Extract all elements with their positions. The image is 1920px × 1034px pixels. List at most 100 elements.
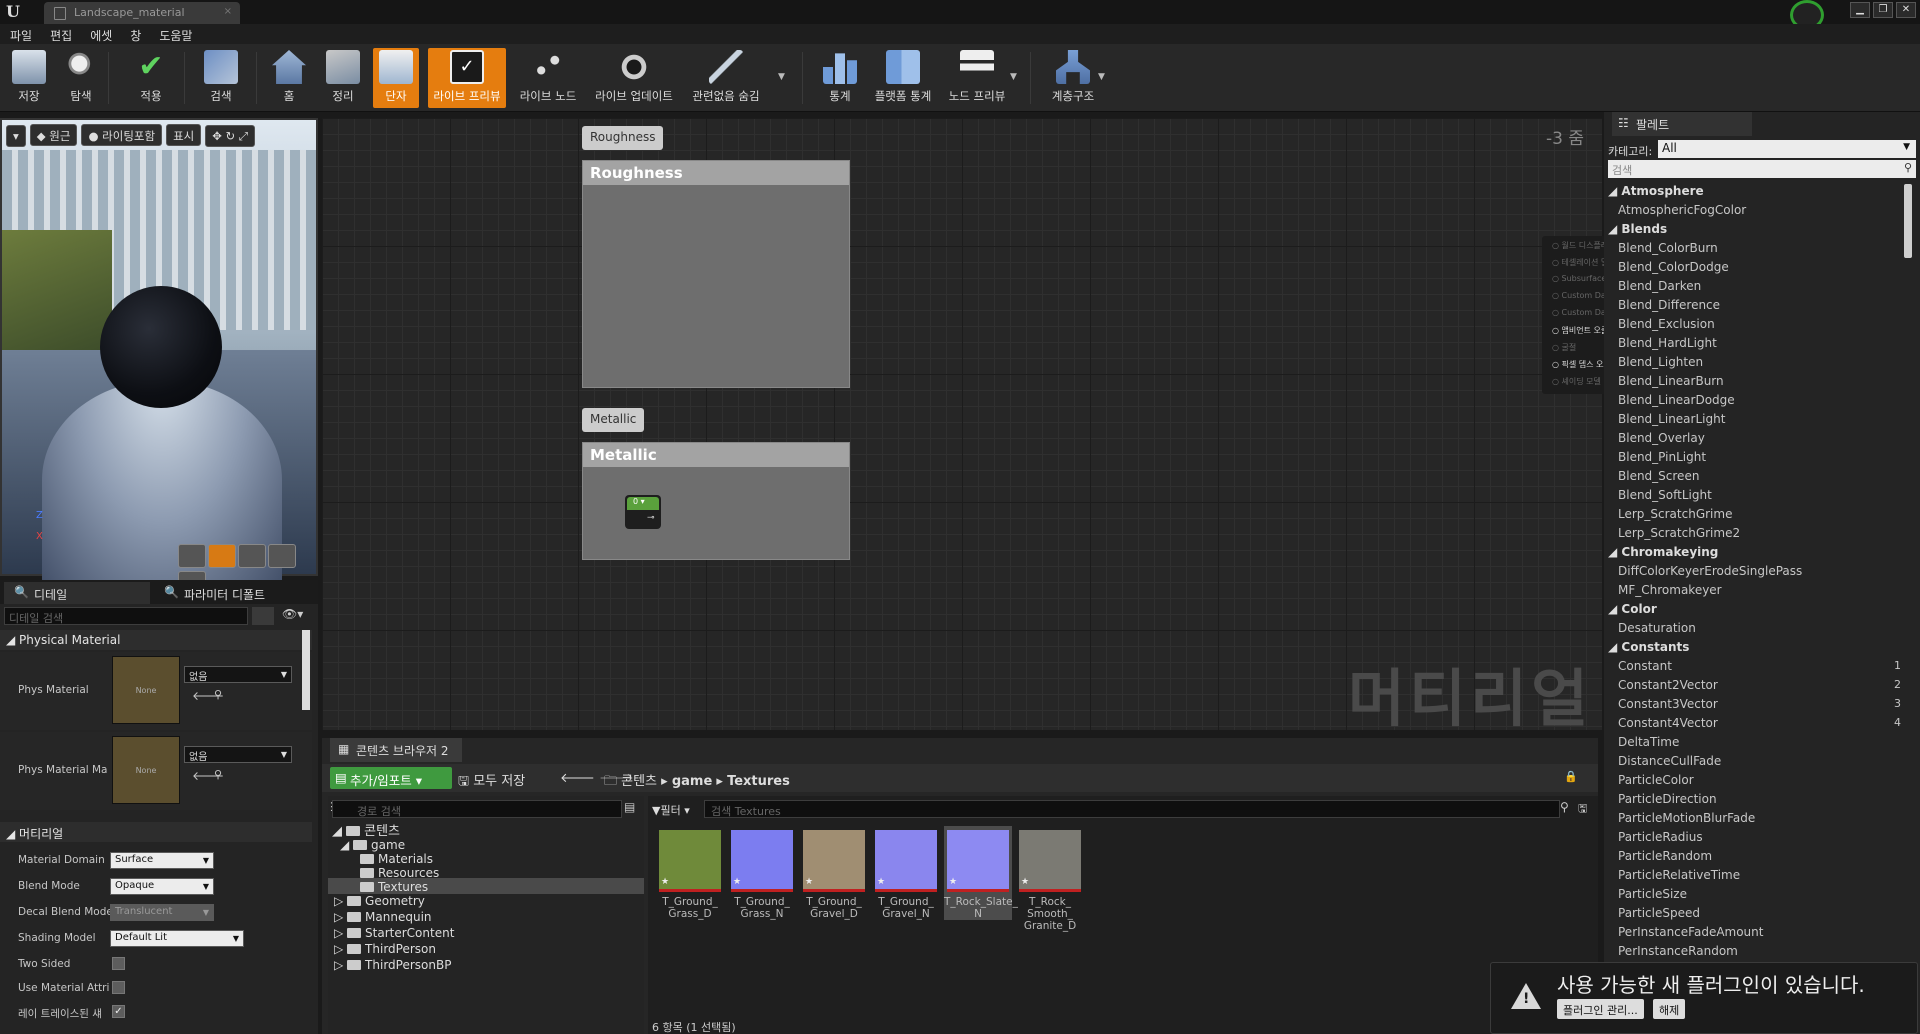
save-all-button[interactable]: 🖫 모두 저장 — [458, 770, 525, 794]
content-browser-tab[interactable]: ▦ 콘텐츠 브라우저 2 — [330, 738, 462, 762]
tree-third-person[interactable]: ▷ ThirdPerson — [334, 942, 436, 956]
raytraced-shadows-checkbox[interactable]: ✓ — [112, 1005, 125, 1018]
search-icon[interactable]: ⚲ — [214, 688, 222, 701]
menu-asset[interactable]: 에셋 — [90, 27, 112, 44]
palette-item[interactable]: ParticleRadius — [1618, 830, 1703, 844]
phys-material-thumbnail[interactable]: None — [112, 656, 180, 724]
asset-search-input[interactable]: 검색 Textures — [704, 800, 1560, 818]
palette-item[interactable]: Blend_HardLight — [1618, 336, 1717, 350]
palette-category[interactable]: ◢ Constants — [1608, 640, 1689, 654]
palette-item[interactable]: PerInstanceFadeAmount — [1618, 925, 1763, 939]
palette-item[interactable]: Desaturation — [1618, 621, 1696, 635]
search-icon[interactable]: ⚲ — [214, 768, 222, 781]
preview-viewport[interactable]: ▾ ◆ 원근 ● 라이팅포함 표시 ✥ ↻ ⤢ ZX — [0, 118, 318, 595]
asset-tile[interactable]: ★ T_Ground_ Grass_N — [728, 826, 796, 920]
live-nodes-button[interactable]: 라이브 노드 — [516, 48, 580, 108]
palette-item[interactable]: ParticleSpeed — [1618, 906, 1700, 920]
search-icon[interactable]: ⚲ — [1560, 800, 1569, 814]
node-preview-button[interactable]: 노드 프리뷰 — [944, 48, 1010, 108]
palette-item[interactable]: Blend_LinearDodge — [1618, 393, 1735, 407]
tree-mannequin[interactable]: ▷ Mannequin — [334, 910, 432, 924]
palette-tab[interactable]: ☷ 팔레트 — [1612, 112, 1752, 136]
palette-item[interactable]: DistanceCullFade — [1618, 754, 1721, 768]
palette-item[interactable]: Blend_Screen — [1618, 469, 1699, 483]
live-update-button[interactable]: 라이브 업데이트 — [592, 48, 676, 108]
palette-item[interactable]: Blend_LinearBurn — [1618, 374, 1724, 388]
palette-item[interactable]: Blend_SoftLight — [1618, 488, 1712, 502]
metallic-comment-tag[interactable]: Metallic — [582, 408, 645, 432]
palette-item[interactable]: Lerp_ScratchGrime2 — [1618, 526, 1740, 540]
palette-category[interactable]: ◢ Color — [1608, 602, 1657, 616]
tree-content[interactable]: ◢ 콘텐츠 — [332, 820, 400, 839]
filter-list-icon[interactable]: ▤ — [624, 800, 635, 814]
hierarchy-dropdown-icon[interactable]: ▼ — [1098, 72, 1105, 82]
phys-material-map-thumbnail[interactable]: None — [112, 736, 180, 804]
back-icon[interactable]: 🡐 — [560, 771, 595, 786]
palette-item[interactable]: DiffColorKeyerErodeSinglePass — [1618, 564, 1802, 578]
crumb-content[interactable]: 콘텐츠 — [621, 774, 657, 789]
palette-item[interactable]: DeltaTime — [1618, 735, 1679, 749]
favorite-star-icon[interactable]: ★ — [1021, 876, 1029, 888]
lock-icon[interactable]: 🔒 — [1564, 770, 1578, 783]
phys-material-map-dropdown[interactable]: 없음 ▼ — [184, 746, 292, 763]
tree-geometry[interactable]: ▷ Geometry — [334, 894, 425, 908]
palette-item[interactable]: AtmosphericFogColor — [1618, 203, 1746, 217]
browse-button[interactable]: 탐색 — [60, 48, 102, 108]
dismiss-button[interactable]: 해제 — [1653, 999, 1686, 1019]
manage-plugins-button[interactable]: 플러그인 관리... — [1557, 999, 1644, 1019]
apply-button[interactable]: ✔ 적용 — [128, 48, 174, 108]
lit-button[interactable]: ● 라이팅포함 — [81, 124, 163, 146]
close-button[interactable]: ✕ — [1896, 2, 1916, 18]
platform-stats-button[interactable]: 플랫폼 통계 — [870, 48, 936, 108]
metallic-comment-box[interactable]: Metallic 0 ▾ ⊸ — [582, 442, 850, 560]
palette-item[interactable]: Constant4Vector 4 — [1618, 716, 1901, 730]
eye-icon[interactable]: 👁▾ — [282, 607, 303, 621]
palette-scrollbar[interactable] — [1904, 184, 1912, 258]
asset-tile[interactable]: ★ T_Ground_ Gravel_N — [872, 826, 940, 920]
palette-item[interactable]: ParticleMotionBlurFade — [1618, 811, 1755, 825]
shading-model-dropdown[interactable]: Default Lit ▼ — [110, 930, 244, 947]
live-preview-button[interactable]: ✓ 라이브 프리뷰 — [428, 48, 506, 108]
palette-item[interactable]: Constant3Vector 3 — [1618, 697, 1901, 711]
add-import-button[interactable]: ▤ 추가/임포트 ▾ — [330, 767, 452, 789]
hierarchy-button[interactable]: 계층구조 — [1044, 48, 1102, 108]
minimize-button[interactable]: ▁ — [1850, 2, 1870, 18]
output-pin-icon[interactable]: ⊸ — [647, 513, 655, 523]
roughness-comment-tag[interactable]: Roughness — [582, 126, 664, 150]
section-material[interactable]: ◢ 머티리얼 — [0, 822, 312, 842]
palette-item[interactable]: Blend_LinearLight — [1618, 412, 1725, 426]
restore-button[interactable]: ❐ — [1873, 2, 1893, 18]
asset-tile[interactable]: ★ T_Rock_Slate_ N — [944, 826, 1018, 920]
palette-item[interactable]: ParticleColor — [1618, 773, 1694, 787]
palette-search-input[interactable]: 검색 ⚲ — [1608, 160, 1916, 178]
filter-button[interactable]: ▼필터 ▾ — [652, 800, 700, 818]
menu-window[interactable]: 창 — [130, 27, 141, 44]
palette-item[interactable]: Blend_ColorDodge — [1618, 260, 1729, 274]
menu-help[interactable]: 도움말 — [159, 27, 192, 44]
tab-details[interactable]: 🔍 디테일 — [4, 582, 150, 604]
palette-item[interactable]: Blend_Exclusion — [1618, 317, 1715, 331]
menu-edit[interactable]: 편집 — [50, 27, 72, 44]
path-search-input[interactable]: 경로 검색 — [332, 800, 622, 818]
palette-category[interactable]: ◢ Chromakeying — [1608, 545, 1718, 559]
plane-icon[interactable] — [238, 544, 266, 568]
viewport-menu-button[interactable]: ▾ — [6, 125, 26, 147]
cylinder-icon[interactable] — [178, 544, 206, 568]
tab-close-icon[interactable]: × — [224, 6, 232, 17]
two-sided-checkbox[interactable] — [112, 957, 125, 970]
phys-material-dropdown[interactable]: 없음 ▼ — [184, 666, 292, 683]
crumb-textures[interactable]: Textures — [727, 774, 790, 789]
asset-tile[interactable]: ★ T_Ground_ Gravel_D — [800, 826, 868, 920]
palette-item[interactable]: Blend_PinLight — [1618, 450, 1706, 464]
tree-textures[interactable]: Textures — [360, 880, 428, 894]
save-search-icon[interactable]: 🖫 — [1578, 800, 1587, 819]
pin-shading-model[interactable]: ○ 셰이딩 모델 — [1552, 376, 1601, 387]
palette-item[interactable]: Constant2Vector 2 — [1618, 678, 1901, 692]
save-button[interactable]: 저장 — [8, 48, 50, 108]
perspective-button[interactable]: ◆ 원근 — [29, 124, 78, 146]
tree-materials[interactable]: Materials — [360, 852, 433, 866]
tab-parameter-defaults[interactable]: 🔍 파라미터 디폴트 — [154, 582, 304, 604]
favorite-star-icon[interactable]: ★ — [661, 876, 669, 888]
favorite-star-icon[interactable]: ★ — [733, 876, 741, 888]
category-dropdown[interactable]: All ▼ — [1658, 140, 1916, 158]
